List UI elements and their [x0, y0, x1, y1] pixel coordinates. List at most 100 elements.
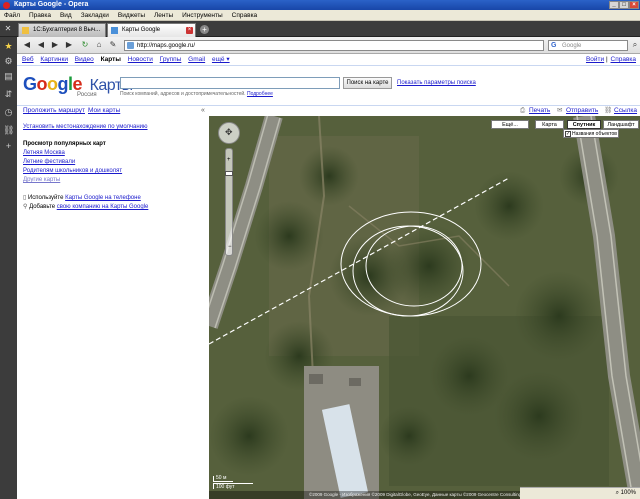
- back-icon[interactable]: ◀: [22, 40, 32, 50]
- google-maps-icon: [111, 27, 118, 34]
- add-business-text: Добавьте: [29, 204, 56, 210]
- bookmarks-star-icon[interactable]: ★: [3, 41, 14, 52]
- 1c-icon: [22, 27, 29, 34]
- mail-icon: ✉: [557, 107, 563, 114]
- industrial-lot: [304, 366, 379, 499]
- directions-link[interactable]: Проложить маршрут: [23, 106, 85, 116]
- mobile-row: ▯ Используйте Карты Google на телефоне: [23, 194, 141, 201]
- maps-toolbar: Проложить маршрут Мои карты « ⎙ Печать ✉…: [17, 105, 640, 115]
- labels-toggle-label: Названия объектов: [572, 131, 617, 137]
- print-link[interactable]: Печать: [529, 106, 550, 116]
- links-icon[interactable]: ⛓: [3, 125, 14, 136]
- menu-help[interactable]: Справка: [232, 12, 258, 19]
- close-tab-icon[interactable]: ×: [186, 27, 193, 34]
- pan-control[interactable]: ✥: [218, 122, 240, 144]
- zoom-in-icon[interactable]: +: [227, 157, 231, 163]
- menu-file[interactable]: Файл: [4, 12, 20, 19]
- add-business-link[interactable]: свою компанию на Карты Google: [57, 204, 149, 210]
- logo-google: Google: [23, 74, 83, 94]
- add-panel-icon[interactable]: +: [3, 141, 14, 152]
- search-hint-text: Поиск компаний, адресов и достопримечате…: [120, 91, 246, 97]
- my-maps-link[interactable]: Мои карты: [88, 106, 120, 116]
- page-icon: [127, 42, 134, 49]
- gbar-images[interactable]: Картинки: [40, 56, 68, 63]
- edit-icon[interactable]: ✎: [108, 40, 118, 50]
- pin-icon: ⚲: [23, 204, 28, 210]
- search-options-link[interactable]: Показать параметры поиска: [397, 80, 476, 86]
- gbar-video[interactable]: Видео: [75, 56, 94, 63]
- zoom-handle[interactable]: [225, 171, 233, 176]
- popular-map-parents[interactable]: Родителям школьников и дошколят: [23, 168, 122, 174]
- tab-google-maps[interactable]: Карты Google ×: [107, 23, 196, 37]
- signin-link[interactable]: Войти: [586, 56, 604, 63]
- send-link[interactable]: Отправить: [566, 106, 598, 116]
- forward-icon[interactable]: ▶: [50, 40, 60, 50]
- menu-widgets[interactable]: Виджеты: [118, 12, 145, 19]
- gbar-more[interactable]: ещё ▾: [212, 56, 230, 63]
- logo-region: Россия: [77, 92, 97, 98]
- add-business-row: ⚲ Добавьте свою компанию на Карты Google: [23, 203, 148, 210]
- widgets-icon[interactable]: ⚙: [3, 56, 14, 67]
- mobile-text: Используйте: [27, 195, 64, 201]
- collapse-panel-icon[interactable]: «: [201, 106, 205, 116]
- home-icon[interactable]: ⌂: [94, 40, 104, 50]
- maximize-icon[interactable]: □: [619, 1, 629, 9]
- satellite-imagery: [209, 116, 640, 499]
- help-link[interactable]: Справка: [611, 56, 637, 63]
- web-page: Веб Картинки Видео Карты Новости Группы …: [17, 54, 640, 499]
- maptype-satellite[interactable]: Спутник: [567, 120, 601, 129]
- gbar-groups[interactable]: Группы: [160, 56, 182, 63]
- search-go-icon[interactable]: ⌕: [630, 40, 640, 50]
- notes-icon[interactable]: ▤: [3, 71, 14, 82]
- sidebar: Установить местонахождение по умолчанию …: [17, 116, 208, 499]
- scale-imperial: 100 фут: [213, 483, 253, 490]
- menu-view[interactable]: Вид: [60, 12, 72, 19]
- status-bar: ⌕ 100%: [520, 487, 640, 499]
- maptype-more[interactable]: Ещё...: [491, 120, 529, 129]
- print-icon: ⎙: [520, 107, 526, 114]
- close-icon[interactable]: ×: [629, 1, 639, 9]
- popular-map-summer-moscow[interactable]: Летняя Москва: [23, 150, 65, 156]
- mobile-link[interactable]: Карты Google на телефоне: [65, 195, 141, 201]
- tools-icon[interactable]: ✕: [3, 24, 13, 34]
- menu-edit[interactable]: Правка: [29, 12, 51, 19]
- link-link[interactable]: Ссылка: [614, 106, 637, 116]
- reload-icon[interactable]: ↻: [80, 40, 90, 50]
- zoom-slider[interactable]: + −: [225, 148, 233, 256]
- phone-icon: ▯: [23, 195, 27, 201]
- search-input[interactable]: G Google: [548, 40, 628, 51]
- transfers-icon[interactable]: ⇵: [3, 89, 14, 100]
- other-maps-link[interactable]: Другие карты: [23, 177, 60, 183]
- maptype-terrain[interactable]: Ландшафт: [603, 120, 639, 129]
- history-icon[interactable]: ◷: [3, 107, 14, 118]
- gbar-news[interactable]: Новости: [128, 56, 153, 63]
- search-hint-link[interactable]: Подробнее: [247, 91, 273, 97]
- map-search-input[interactable]: [120, 77, 340, 89]
- tab-buhgalteria[interactable]: 1С:Бухгалтерия 8 Выч...: [18, 23, 106, 37]
- menu-feeds[interactable]: Ленты: [154, 12, 173, 19]
- address-input[interactable]: http://maps.google.ru/: [124, 40, 544, 51]
- tab-bar: ✕ 1С:Бухгалтерия 8 Выч... Карты Google ×…: [0, 21, 640, 37]
- set-default-location-link[interactable]: Установить местонахождение по умолчанию: [23, 124, 148, 130]
- menu-tools[interactable]: Инструменты: [182, 12, 223, 19]
- minimize-icon[interactable]: _: [609, 1, 619, 9]
- zoom-icon[interactable]: ⌕: [616, 490, 619, 496]
- gbar-gmail[interactable]: Gmail: [188, 56, 205, 63]
- satellite-map[interactable]: ✥ + − Ещё... Карта Спутник Ландшафт ✓ На…: [209, 116, 640, 499]
- back-icon-2[interactable]: ◀: [36, 40, 46, 50]
- popular-map-festivals[interactable]: Летние фестивали: [23, 159, 75, 165]
- gbar-web[interactable]: Веб: [22, 56, 34, 63]
- labels-checkbox[interactable]: ✓: [565, 131, 571, 137]
- search-map-button[interactable]: Поиск на карте: [343, 77, 392, 89]
- fast-forward-icon[interactable]: ▶: [64, 40, 74, 50]
- zoom-level[interactable]: 100%: [621, 490, 636, 496]
- new-tab-icon[interactable]: +: [200, 25, 209, 34]
- gbar-separator: |: [605, 56, 608, 63]
- zoom-out-icon[interactable]: −: [228, 244, 232, 250]
- window-title: Карты Google - Opera: [14, 1, 89, 8]
- labels-toggle[interactable]: ✓ Названия объектов: [563, 129, 619, 138]
- menu-bookmarks[interactable]: Закладки: [81, 12, 109, 19]
- pan-arrows-icon: ✥: [225, 127, 233, 137]
- search-placeholder: Google: [562, 43, 582, 49]
- maptype-map[interactable]: Карта: [535, 120, 564, 129]
